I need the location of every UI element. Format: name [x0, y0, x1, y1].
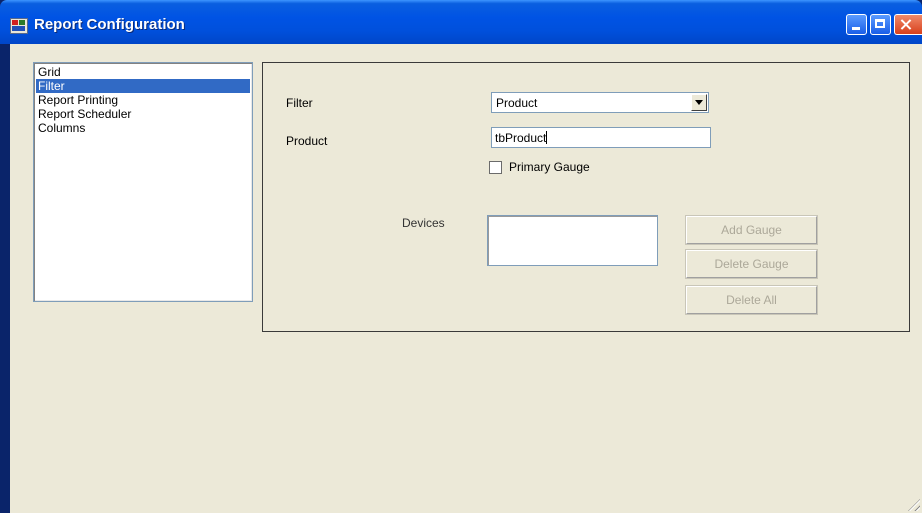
- list-item-report-scheduler[interactable]: Report Scheduler: [36, 107, 250, 121]
- delete-gauge-button[interactable]: Delete Gauge: [685, 249, 818, 279]
- filter-label: Filter: [286, 96, 313, 110]
- close-icon[interactable]: [894, 14, 922, 35]
- product-label: Product: [286, 134, 328, 148]
- title-bar[interactable]: Report Configuration: [0, 0, 922, 44]
- settings-category-list[interactable]: Grid Filter Report Printing Report Sched…: [33, 62, 253, 302]
- report-configuration-window: Report Configuration Grid Filter Report …: [0, 0, 922, 513]
- product-input-value: tbProduct: [495, 131, 548, 145]
- window-title: Report Configuration: [34, 16, 185, 33]
- list-item-filter[interactable]: Filter: [36, 79, 250, 93]
- app-icon[interactable]: [10, 18, 28, 34]
- minimize-icon[interactable]: [846, 14, 867, 35]
- primary-gauge-checkbox[interactable]: [489, 161, 502, 174]
- filter-dropdown[interactable]: Product: [491, 92, 709, 113]
- chevron-down-icon[interactable]: [691, 94, 707, 111]
- list-item-grid[interactable]: Grid: [36, 65, 250, 79]
- add-gauge-button[interactable]: Add Gauge: [685, 215, 818, 245]
- product-input[interactable]: tbProduct: [491, 127, 711, 148]
- list-item-report-printing[interactable]: Report Printing: [36, 93, 250, 107]
- client-area: Grid Filter Report Printing Report Sched…: [10, 44, 922, 513]
- filter-dropdown-value: Product: [496, 96, 538, 110]
- list-item-columns[interactable]: Columns: [36, 121, 250, 135]
- devices-listbox[interactable]: [487, 215, 658, 266]
- devices-label: Devices: [402, 216, 445, 230]
- delete-all-button[interactable]: Delete All: [685, 285, 818, 315]
- primary-gauge-label[interactable]: Primary Gauge: [509, 160, 590, 174]
- resize-grip-icon[interactable]: [908, 499, 920, 511]
- maximize-icon[interactable]: [870, 14, 891, 35]
